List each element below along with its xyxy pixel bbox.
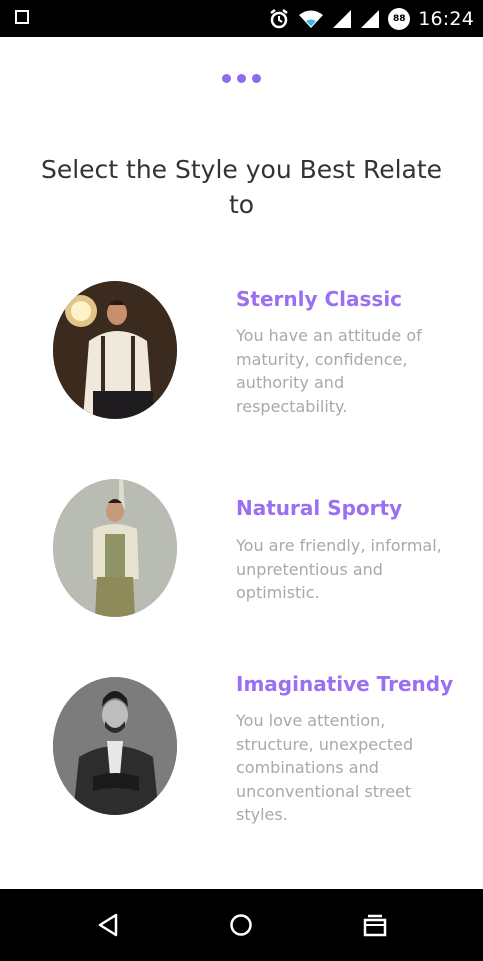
- home-icon[interactable]: [226, 911, 256, 939]
- style-photo-classic: [53, 281, 177, 419]
- wifi-icon: [299, 10, 324, 28]
- square-notification-icon: [15, 10, 29, 24]
- avatar[interactable]: [53, 677, 177, 815]
- style-title: Natural Sporty: [236, 496, 403, 520]
- avatar[interactable]: [53, 281, 177, 419]
- status-icons: 88 16:24: [268, 6, 474, 31]
- progress-dot: [222, 74, 231, 83]
- recents-icon[interactable]: [360, 911, 390, 939]
- clock-time: 16:24: [418, 7, 474, 30]
- page-title: Select the Style you Best Relate to: [40, 155, 443, 219]
- style-title: Imaginative Trendy: [236, 672, 454, 696]
- navigation-bar: [0, 889, 483, 961]
- style-title: Sternly Classic: [236, 287, 403, 311]
- signal-icon: [333, 9, 352, 28]
- progress-dot: [252, 74, 261, 83]
- style-photo-sporty: [53, 479, 177, 617]
- progress-dots: [222, 74, 261, 83]
- style-description: You have an attitude of maturity, confid…: [236, 326, 422, 416]
- status-bar: 88 16:24: [0, 0, 483, 37]
- signal-icon: [361, 9, 380, 28]
- back-icon[interactable]: [94, 911, 124, 939]
- style-option-imaginative-trendy[interactable]: Imaginative Trendy You love attention, s…: [0, 672, 483, 827]
- alarm-icon: [270, 8, 288, 28]
- battery-saver-badge: 88: [388, 7, 411, 30]
- style-option-sternly-classic[interactable]: Sternly Classic You have an attitude of …: [0, 281, 483, 421]
- style-description: You are friendly, informal, unpretentiou…: [236, 536, 442, 602]
- style-photo-trendy: [53, 677, 177, 815]
- avatar[interactable]: [53, 479, 177, 617]
- style-description: You love attention, structure, unexpecte…: [236, 711, 414, 824]
- style-option-natural-sporty[interactable]: Natural Sporty You are friendly, informa…: [0, 479, 483, 619]
- progress-dot: [237, 74, 246, 83]
